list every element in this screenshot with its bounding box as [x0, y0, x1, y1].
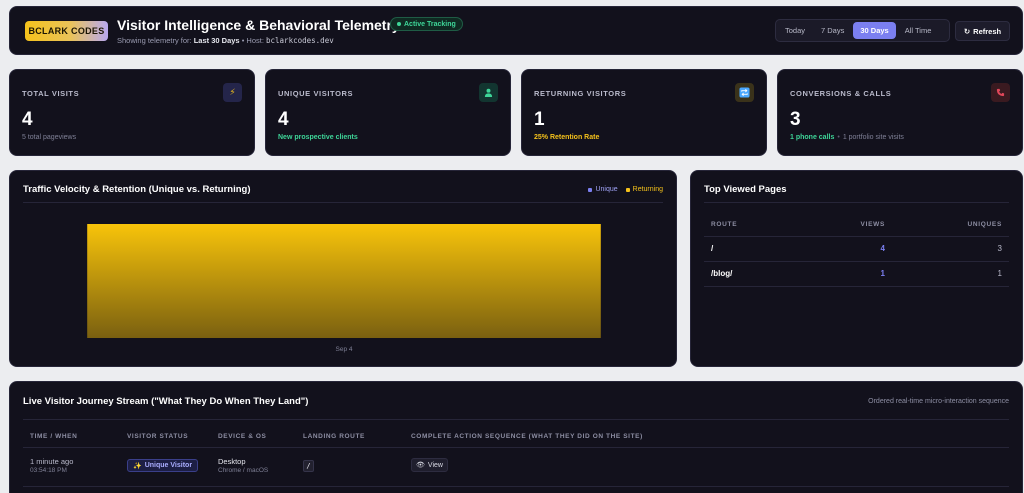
time-absolute: 03:54:18 PM — [30, 467, 67, 474]
portfolio-visits-count: 1 portfolio site visits — [842, 134, 904, 141]
brand-logo[interactable]: BCLARK CODES — [25, 21, 108, 41]
top-pages-panel: Top Viewed Pages ROUTE VIEWS UNIQUES / 4… — [690, 170, 1023, 367]
legend-swatch-returning — [625, 187, 630, 192]
uniques-cell: 3 — [997, 244, 1002, 253]
chart-title: Traffic Velocity & Retention (Unique vs.… — [23, 184, 251, 195]
subtitle-range: Last 30 Days — [193, 36, 240, 45]
repeat-icon — [735, 83, 754, 102]
route-cell[interactable]: / — [711, 244, 713, 253]
stat-value: 1 — [534, 109, 545, 130]
table-divider — [704, 261, 1009, 262]
view-label: View — [427, 461, 443, 469]
legend-swatch-unique — [588, 187, 593, 192]
legend-item-returning[interactable]: Returning — [625, 186, 663, 193]
journey-subtitle: Ordered real-time micro-interaction sequ… — [868, 398, 1009, 405]
status-badge: Active Tracking — [390, 17, 463, 31]
sparkle-icon: ✨ — [133, 462, 142, 470]
bar-returning-0[interactable] — [87, 224, 601, 338]
stat-foot: 25% Retention Rate — [534, 134, 600, 141]
column-header-route: ROUTE — [711, 221, 738, 228]
stat-foot: 5 total pageviews — [22, 134, 77, 141]
stat-label: CONVERSIONS & CALLS — [790, 89, 892, 98]
table-divider — [704, 236, 1009, 237]
page-subtitle: Showing telemetry for: Last 30 Days • Ho… — [117, 36, 334, 45]
column-header-device: DEVICE & OS — [218, 433, 267, 440]
column-header-views: VIEWS — [860, 221, 885, 228]
stat-card-total-visits: TOTAL VISITS ⚡ 4 5 total pageviews — [9, 69, 255, 156]
phone-icon-glyph — [996, 88, 1005, 97]
traffic-chart: Sep 4 — [87, 224, 601, 353]
refresh-icon: ↻ — [963, 26, 971, 36]
eye-icon: 👁 — [416, 462, 425, 469]
view-action-button[interactable]: 👁 View — [411, 458, 448, 472]
dashboard-header: BCLARK CODES Visitor Intelligence & Beha… — [9, 6, 1023, 55]
legend-item-unique[interactable]: Unique — [588, 186, 618, 193]
device-type: Desktop — [218, 457, 246, 466]
views-cell: 1 — [880, 269, 885, 278]
table-divider — [704, 286, 1009, 287]
traffic-chart-panel: Traffic Velocity & Retention (Unique vs.… — [9, 170, 677, 367]
refresh-label: Refresh — [973, 26, 1002, 36]
stat-card-unique-visitors: UNIQUE VISITORS 4 New prospective client… — [265, 69, 511, 156]
stat-label: RETURNING VISITORS — [534, 89, 627, 98]
landing-route-chip: / — [303, 460, 314, 472]
route-cell[interactable]: /blog/ — [711, 269, 732, 278]
chart-divider — [23, 202, 663, 203]
legend-label-returning: Returning — [632, 186, 663, 193]
top-pages-divider — [704, 202, 1009, 203]
stat-card-conversions-calls: CONVERSIONS & CALLS 3 1 phone calls • 1 po… — [777, 69, 1023, 156]
stat-value: 4 — [22, 109, 33, 130]
stat-value: 4 — [278, 109, 289, 130]
subtitle-host-label: • Host: — [241, 36, 264, 45]
range-today-button[interactable]: Today — [778, 22, 812, 39]
phone-calls-count: 1 phone calls — [790, 134, 835, 141]
table-divider — [23, 486, 1009, 487]
views-cell: 4 — [880, 244, 885, 253]
column-header-time: TIME / WHEN — [30, 433, 78, 440]
date-range-selector: Today 7 Days 30 Days All Time — [775, 19, 950, 42]
uniques-cell: 1 — [997, 269, 1002, 278]
separator-dot: • — [837, 134, 840, 141]
x-tick-label: Sep 4 — [336, 346, 353, 353]
table-divider — [23, 447, 1009, 448]
repeat-icon-glyph — [739, 87, 750, 98]
stat-value: 3 — [790, 109, 801, 130]
user-icon — [479, 83, 498, 102]
time-relative: 1 minute ago — [30, 457, 74, 466]
stat-foot: New prospective clients — [278, 134, 358, 141]
visitor-status-label: Unique Visitor — [144, 462, 193, 469]
range-30-days-button[interactable]: 30 Days — [853, 22, 896, 39]
stat-label: TOTAL VISITS — [22, 89, 80, 98]
status-dot-icon — [397, 22, 401, 26]
status-badge-label: Active Tracking — [404, 20, 456, 28]
user-icon-glyph — [484, 88, 493, 97]
phone-icon — [991, 83, 1010, 102]
journey-divider — [23, 419, 1009, 420]
journey-title: Live Visitor Journey Stream ("What They … — [23, 396, 309, 407]
column-header-actions: COMPLETE ACTION SEQUENCE (WHAT THEY DID … — [411, 433, 643, 440]
visitor-status-badge: ✨ Unique Visitor — [127, 459, 199, 472]
column-header-landing: LANDING ROUTE — [303, 433, 365, 440]
device-os: Chrome / macOS — [218, 467, 269, 474]
page-title: Visitor Intelligence & Behavioral Teleme… — [117, 17, 400, 33]
stat-foot: 1 phone calls • 1 portfolio site visits — [790, 134, 904, 141]
column-header-uniques: UNIQUES — [967, 221, 1002, 228]
host-name: bclarkcodes.dev — [266, 36, 334, 45]
legend-label-unique: Unique — [595, 186, 618, 193]
stat-card-returning-visitors: RETURNING VISITORS 1 25% Retention Rate — [521, 69, 767, 156]
visitor-journey-panel: Live Visitor Journey Stream ("What They … — [9, 381, 1023, 493]
lightning-icon: ⚡ — [223, 83, 242, 102]
column-header-status: VISITOR STATUS — [127, 433, 189, 440]
stat-label: UNIQUE VISITORS — [278, 89, 354, 98]
chart-legend: Unique Returning — [588, 186, 663, 193]
subtitle-prefix: Showing telemetry for: — [117, 36, 192, 45]
range-all-time-button[interactable]: All Time — [898, 22, 939, 39]
top-pages-title: Top Viewed Pages — [704, 184, 787, 195]
refresh-button[interactable]: ↻ Refresh — [955, 21, 1010, 41]
range-7-days-button[interactable]: 7 Days — [814, 22, 851, 39]
